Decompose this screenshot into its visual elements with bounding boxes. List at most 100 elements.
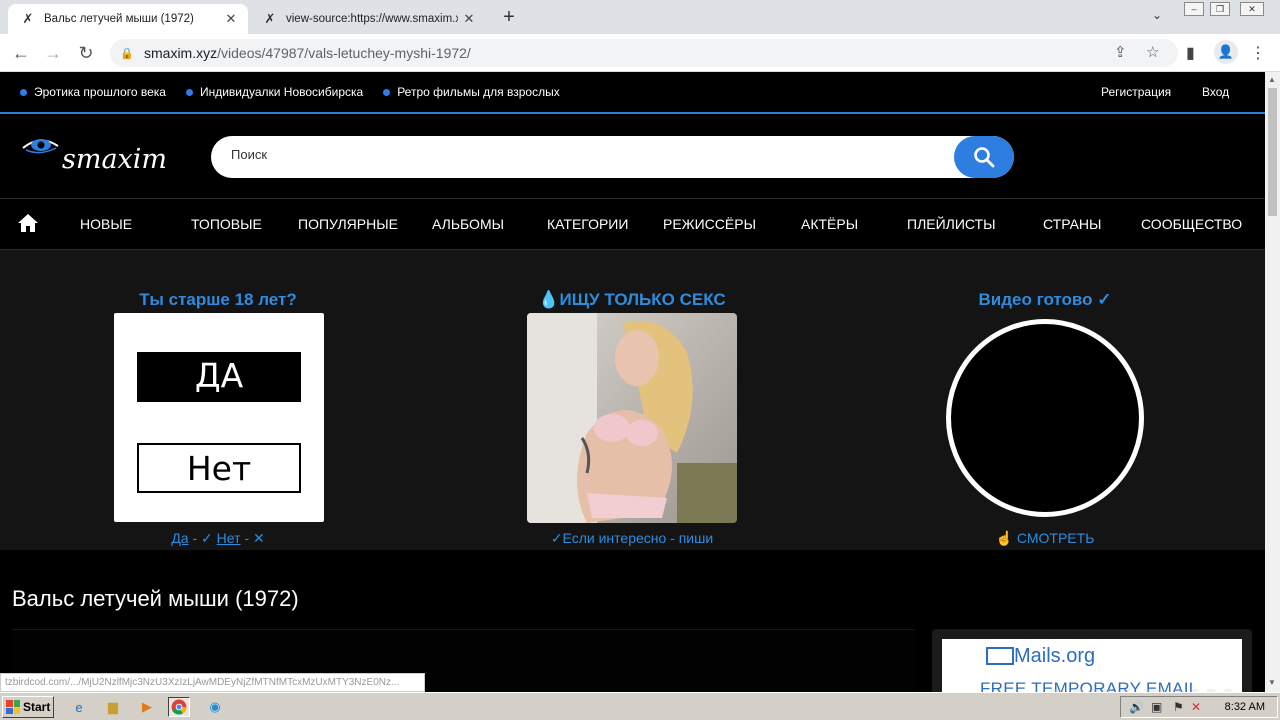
home-icon[interactable] bbox=[17, 213, 39, 233]
volume-icon[interactable]: 🔊 bbox=[1129, 700, 1144, 714]
reload-icon[interactable]: ↻ bbox=[75, 42, 97, 64]
side-panel-icon[interactable]: ▮ bbox=[1186, 43, 1195, 63]
chrome-icon[interactable] bbox=[168, 697, 190, 717]
video-ready-title: Видео готово ✓ bbox=[978, 290, 1112, 309]
tab-close-icon[interactable]: ✕ bbox=[220, 11, 242, 27]
anyrun-watermark: ANY.RUN bbox=[1040, 682, 1236, 692]
search-input[interactable] bbox=[231, 147, 931, 162]
close-window-button[interactable]: ✕ bbox=[1240, 2, 1264, 16]
search-icon bbox=[974, 147, 995, 168]
top-link-label: Ретро фильмы для взрослых bbox=[397, 85, 560, 99]
ie-icon[interactable]: e bbox=[68, 697, 90, 717]
system-tray: 🔊 ▣ ⚑ ✕ 8:32 AM bbox=[1120, 696, 1278, 718]
top-link-label: Эротика прошлого века bbox=[34, 85, 166, 99]
top-link-retro[interactable]: Ретро фильмы для взрослых bbox=[383, 85, 560, 99]
nav-item-community[interactable]: СООБЩЕСТВО bbox=[1141, 216, 1242, 232]
lock-icon[interactable]: 🔒 bbox=[120, 47, 134, 60]
footer-sep: - ✓ bbox=[188, 530, 217, 546]
tab-search-chevron-icon[interactable]: ⌄ bbox=[1152, 8, 1162, 22]
link-status-bar: tzbirdcod.com/.../MjU2NzlfMjc3NzU3XzIzLj… bbox=[0, 673, 425, 692]
security-alert-icon[interactable]: ✕ bbox=[1191, 700, 1201, 714]
age-yes-button[interactable]: ДА bbox=[137, 352, 301, 402]
tab-title: view-source:https://www.smaxim.x bbox=[286, 13, 458, 25]
tab-view-source[interactable]: ✗ view-source:https://www.smaxim.x ✕ bbox=[250, 4, 486, 34]
back-arrow-icon[interactable]: ← bbox=[10, 42, 32, 64]
windows-logo-icon bbox=[6, 700, 20, 714]
watch-link[interactable]: ☝ СМОТРЕТЬ bbox=[895, 530, 1195, 547]
age-no-button[interactable]: Нет bbox=[137, 443, 301, 493]
envelope-icon bbox=[986, 647, 1014, 665]
dating-ad-photo-icon bbox=[527, 313, 737, 523]
chrome-logo-icon bbox=[171, 699, 187, 715]
media-player-icon[interactable]: ▶ bbox=[136, 697, 158, 717]
edge-icon[interactable]: ◉ bbox=[204, 697, 226, 717]
age-check-footer: Да - ✓ Нет - ✕ bbox=[68, 530, 368, 547]
nav-item-actors[interactable]: АКТЁРЫ bbox=[801, 216, 858, 232]
top-link-erotika[interactable]: Эротика прошлого века bbox=[20, 85, 166, 99]
nav-item-directors[interactable]: РЕЖИССЁРЫ bbox=[663, 216, 756, 232]
nav-item-new[interactable]: НОВЫЕ bbox=[80, 216, 132, 232]
site-header: smaxim bbox=[0, 116, 1265, 198]
nav-item-playlists[interactable]: ПЛЕЙЛИСТЫ bbox=[907, 216, 996, 232]
nav-item-categories[interactable]: КАТЕГОРИИ bbox=[547, 216, 628, 232]
new-tab-button[interactable]: + bbox=[498, 7, 520, 29]
windows-taskbar: Start e ▆ ▶ ◉ 🔊 ▣ ⚑ ✕ 8:32 AM bbox=[0, 692, 1280, 720]
start-button[interactable]: Start bbox=[2, 696, 54, 718]
start-label: Start bbox=[23, 700, 51, 714]
footer-sep: - ✕ bbox=[240, 530, 265, 546]
dating-ad-image[interactable] bbox=[527, 313, 737, 523]
tab-current[interactable]: ✗ Вальс летучей мыши (1972) ✕ bbox=[8, 4, 248, 34]
action-center-flag-icon[interactable]: ⚑ bbox=[1173, 700, 1184, 714]
top-links-bar: Эротика прошлого века Индивидуалки Новос… bbox=[0, 72, 1265, 114]
search-box bbox=[211, 136, 1014, 178]
forward-arrow-icon[interactable]: → bbox=[42, 42, 64, 64]
bookmark-star-icon[interactable]: ☆ bbox=[1146, 43, 1159, 61]
footer-yes-link[interactable]: Да bbox=[171, 530, 188, 546]
dating-ad-title: 💧ИЩУ ТОЛЬКО СЕКС bbox=[538, 290, 726, 309]
scroll-up-icon[interactable]: ▲ bbox=[1268, 75, 1276, 84]
register-link[interactable]: Регистрация bbox=[1101, 85, 1171, 99]
main-nav: НОВЫЕ ТОПОВЫЕ ПОПУЛЯРНЫЕ АЛЬБОМЫ КАТЕГОР… bbox=[0, 198, 1265, 250]
url-host: smaxim.xyz bbox=[144, 45, 218, 61]
video-title: Вальс летучей мыши (1972) bbox=[12, 586, 299, 611]
bullet-icon bbox=[383, 88, 391, 96]
search-button[interactable] bbox=[954, 136, 1014, 178]
tab-close-icon[interactable]: ✕ bbox=[458, 11, 480, 27]
scroll-down-icon[interactable]: ▼ bbox=[1268, 678, 1276, 687]
menu-kebab-icon[interactable]: ⋮ bbox=[1250, 43, 1266, 63]
footer-no-link[interactable]: Нет bbox=[217, 530, 241, 546]
age-check-box[interactable]: ДА Нет bbox=[114, 313, 324, 522]
dating-ad-footer[interactable]: ✓Если интересно - пиши bbox=[482, 530, 782, 547]
clock: 8:32 AM bbox=[1224, 701, 1265, 713]
browser-tabbar: ✗ Вальс летучей мыши (1972) ✕ ✗ view-sou… bbox=[0, 0, 1280, 34]
promo-section: Ты старше 18 лет? ДА Нет Да - ✓ Нет - ✕ … bbox=[0, 250, 1265, 550]
site-logo[interactable]: smaxim bbox=[22, 136, 172, 180]
top-link-individualki[interactable]: Индивидуалки Новосибирска bbox=[185, 85, 364, 99]
nav-item-countries[interactable]: СТРАНЫ bbox=[1043, 216, 1101, 232]
tab-title: Вальс летучей мыши (1972) bbox=[44, 13, 194, 25]
nav-item-albums[interactable]: АЛЬБОМЫ bbox=[432, 216, 504, 232]
web-page: Эротика прошлого века Индивидуалки Новос… bbox=[0, 72, 1265, 692]
bullet-icon bbox=[20, 88, 27, 96]
share-icon[interactable]: ⇪ bbox=[1114, 43, 1127, 61]
ad-brand: Mails.org bbox=[1014, 645, 1096, 667]
video-ready-circle[interactable] bbox=[946, 319, 1144, 517]
folder-icon[interactable]: ▆ bbox=[102, 697, 124, 717]
address-toolbar: ← → ↻ 🔒 smaxim.xyz /videos/47987/vals-le… bbox=[0, 34, 1280, 72]
bat-favicon-icon: ✗ bbox=[22, 11, 34, 26]
top-link-label: Индивидуалки Новосибирска bbox=[199, 85, 364, 99]
nav-item-popular[interactable]: ПОПУЛЯРНЫЕ bbox=[298, 216, 398, 232]
scroll-thumb[interactable] bbox=[1268, 88, 1277, 216]
url-path: /videos/47987/vals-letuchey-myshi-1972/ bbox=[217, 45, 471, 61]
logo-text: smaxim bbox=[62, 144, 168, 175]
nav-item-top[interactable]: ТОПОВЫЕ bbox=[191, 216, 262, 232]
page-scrollbar[interactable]: ▲ ▼ bbox=[1265, 72, 1280, 692]
url-bar[interactable]: 🔒 smaxim.xyz /videos/47987/vals-letuchey… bbox=[110, 39, 1178, 67]
age-check-title: Ты старше 18 лет? bbox=[139, 290, 297, 309]
network-icon[interactable]: ▣ bbox=[1151, 700, 1162, 714]
profile-avatar-icon[interactable]: 👤 bbox=[1214, 40, 1238, 64]
eye-logo-icon bbox=[22, 139, 59, 154]
restore-button[interactable]: ❐ bbox=[1210, 2, 1230, 16]
minimize-button[interactable]: – bbox=[1184, 2, 1204, 16]
login-link[interactable]: Вход bbox=[1202, 85, 1229, 99]
